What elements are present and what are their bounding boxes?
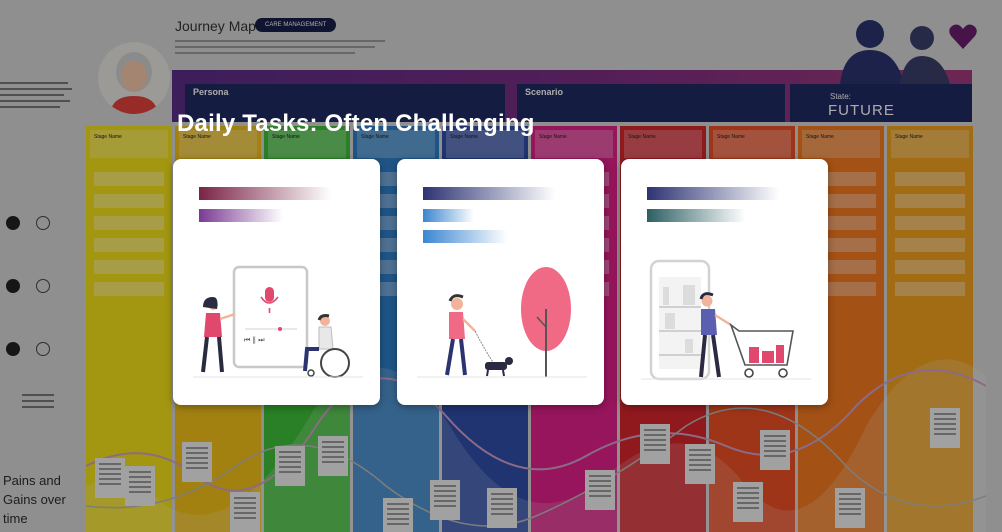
svg-text:⏮ ‖ ⏭: ⏮ ‖ ⏭ (244, 336, 265, 344)
task-card-dog-walk (397, 159, 604, 405)
online-shopping-cart-illustration (641, 259, 811, 381)
task-card-online-shopping (621, 159, 828, 405)
voice-assistant-wheelchair-illustration: ⏮ ‖ ⏭ (193, 265, 363, 378)
task-card-voice-assistant: ⏮ ‖ ⏭ (173, 159, 380, 405)
slide-title: Daily Tasks: Often Challenging (177, 110, 535, 137)
dog-walk-illustration (417, 267, 587, 378)
slide: Journey Map CARE MANAGEMENT Persona Scen… (0, 0, 1002, 532)
